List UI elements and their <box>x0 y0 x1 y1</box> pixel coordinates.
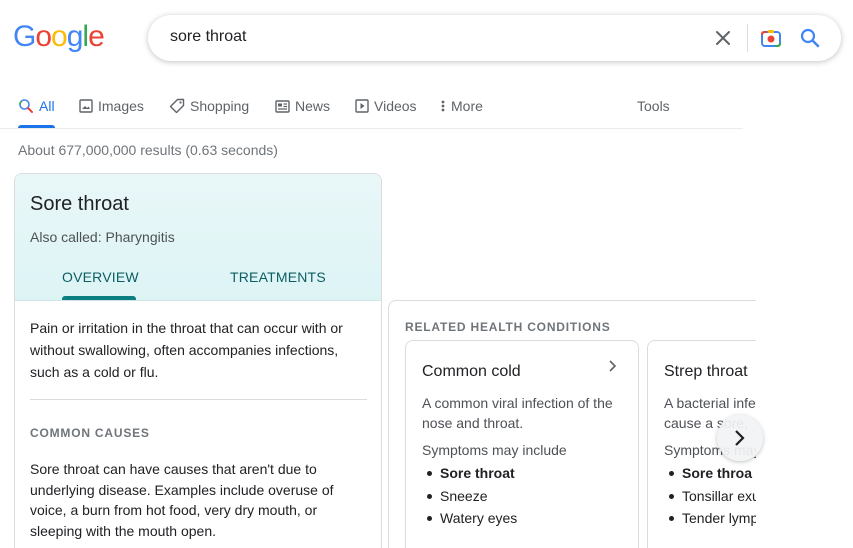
symptom-item: Tender lymp <box>664 507 756 530</box>
tab-label: Images <box>98 98 144 114</box>
symptoms-list: Sore throat Sneeze Watery eyes <box>422 462 517 530</box>
tab-all[interactable]: All <box>18 98 55 114</box>
tab-more[interactable]: More <box>440 98 483 114</box>
search-icon <box>19 99 33 113</box>
symptoms-label: Symptoms may include <box>422 442 567 458</box>
card-title: Strep throat <box>664 363 748 380</box>
chevron-right-icon <box>735 430 745 446</box>
knowledge-panel-header: Sore throat Also called: Pharyngitis OVE… <box>15 174 381 301</box>
search-tabs: All Images Shopping News Videos More Too… <box>0 90 743 129</box>
related-conditions-panel: RELATED HEALTH CONDITIONS Common cold A … <box>388 300 756 548</box>
search-icon[interactable] <box>798 26 822 50</box>
tab-label: Videos <box>374 98 417 114</box>
card-description-line: A bacterial infe <box>664 395 756 411</box>
active-tab-indicator <box>18 125 55 128</box>
card-description-line: nose and throat. <box>422 415 524 431</box>
tab-shopping[interactable]: Shopping <box>169 98 249 114</box>
search-input[interactable]: sore throat <box>170 28 246 46</box>
symptoms-list: Sore throa Tonsillar exu Tender lymp <box>664 462 756 530</box>
logo-letter: G <box>13 20 36 53</box>
chevron-right-icon <box>608 359 618 378</box>
tools-button[interactable]: Tools <box>637 98 670 114</box>
symptom-item: Sore throa <box>664 462 756 485</box>
tab-videos[interactable]: Videos <box>355 98 417 114</box>
card-description-line: A common viral infection of the <box>422 395 613 411</box>
condition-description: Pain or irritation in the throat that ca… <box>30 320 343 380</box>
search-box[interactable]: sore throat <box>148 15 841 61</box>
card-description: A common viral infection of the nose and… <box>422 393 622 433</box>
tab-treatments[interactable]: TREATMENTS <box>230 269 326 285</box>
logo-letter: o <box>51 20 68 53</box>
symptom-item: Sore throat <box>422 462 517 485</box>
clear-icon[interactable] <box>711 26 735 50</box>
search-divider <box>747 24 748 52</box>
common-causes-text: Sore throat can have causes that aren't … <box>30 461 334 539</box>
related-conditions-heading: RELATED HEALTH CONDITIONS <box>405 320 611 334</box>
logo-letter: g <box>66 20 84 53</box>
image-icon <box>79 99 93 113</box>
tab-label: More <box>451 98 483 114</box>
condition-card-common-cold[interactable]: Common cold A common viral infection of … <box>405 340 639 548</box>
tab-label: All <box>39 98 55 114</box>
active-tab-indicator <box>62 296 136 300</box>
camera-search-icon[interactable] <box>759 26 783 50</box>
tab-news[interactable]: News <box>275 98 330 114</box>
tag-icon <box>169 98 185 114</box>
knowledge-panel: Sore throat Also called: Pharyngitis OVE… <box>14 173 382 548</box>
also-called: Also called: Pharyngitis <box>30 229 175 245</box>
condition-title: Sore throat <box>30 193 129 215</box>
video-icon <box>355 99 369 113</box>
news-icon <box>275 99 290 113</box>
carousel-next-button[interactable] <box>717 415 763 461</box>
tab-overview[interactable]: OVERVIEW <box>62 269 139 285</box>
common-causes-heading: COMMON CAUSES <box>30 426 150 440</box>
symptom-item: Sneeze <box>422 485 517 508</box>
tab-images[interactable]: Images <box>79 98 144 114</box>
symptom-item: Watery eyes <box>422 507 517 530</box>
tab-label: News <box>295 98 331 114</box>
divider <box>30 399 367 400</box>
logo-letter: o <box>35 20 52 53</box>
result-stats: About 677,000,000 results (0.63 seconds) <box>18 142 278 158</box>
more-vert-icon <box>441 100 445 112</box>
card-title: Common cold <box>422 363 521 380</box>
logo-letter: e <box>88 20 105 53</box>
google-logo[interactable]: Google <box>13 20 105 54</box>
tab-label: Shopping <box>190 98 250 114</box>
symptom-item: Tonsillar exu <box>664 485 756 508</box>
